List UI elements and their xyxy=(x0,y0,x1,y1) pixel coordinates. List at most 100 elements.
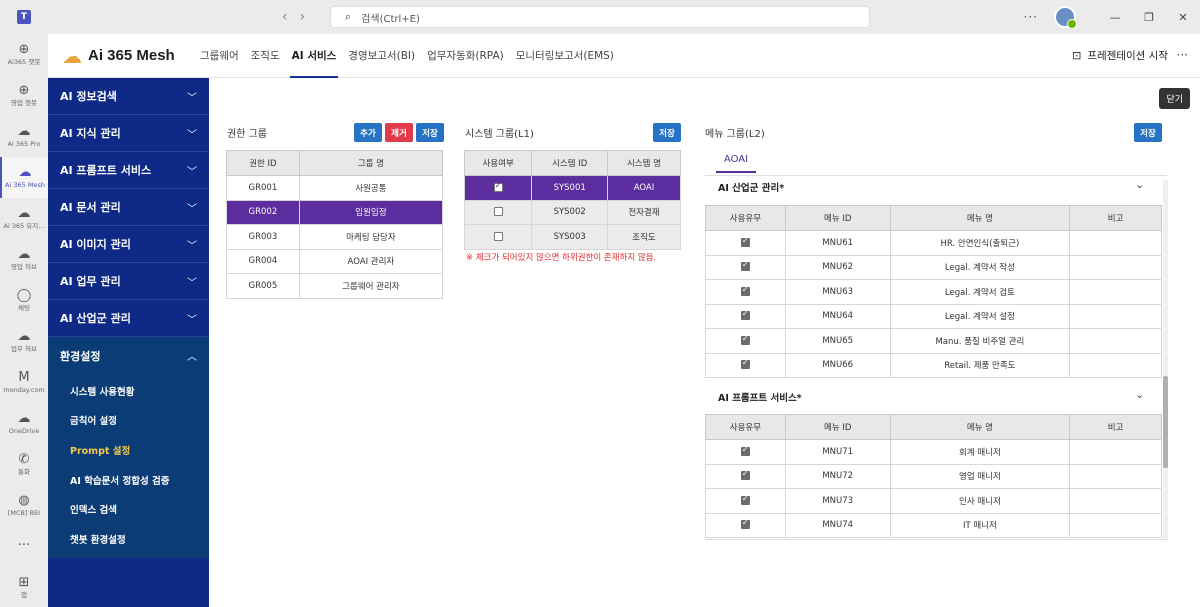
use-checkbox[interactable] xyxy=(740,260,750,272)
system-save-button[interactable]: 저장 xyxy=(653,123,681,142)
table-row[interactable]: SYS001AOAI xyxy=(463,175,682,201)
table-row[interactable]: GR005 그룹웨어 관리자 xyxy=(226,273,444,299)
rail-item[interactable]: ⊞ 앱 xyxy=(0,567,48,607)
app-rail: ⊕ Ai365 챗봇 ⊕ 영업 챗봇 ☁ Ai 365 Pro ☁ Ai 365 Mesh ☁ A… xyxy=(0,34,48,607)
rail-item[interactable]: ☁ Ai 365 Pro xyxy=(0,116,48,157)
top-nav-item[interactable]: 그룹웨어 xyxy=(194,34,245,78)
use-checkbox[interactable] xyxy=(493,231,503,241)
use-checkbox[interactable] xyxy=(740,334,750,345)
sidebar-subitem[interactable]: 챗봇 환경설정 xyxy=(48,524,209,554)
sidebar-subitem[interactable]: 시스템 사용현황 xyxy=(48,376,209,406)
use-checkbox[interactable] xyxy=(740,236,750,247)
sidebar-item[interactable]: AI 프롬프트 서비스 ﹀ xyxy=(48,152,209,189)
sidebar-subitem[interactable]: Prompt 설정 xyxy=(48,435,209,465)
table-cell: GR003 xyxy=(226,224,300,250)
table-cell: AOAI xyxy=(606,175,682,201)
table-row[interactable]: GR001 사원공통 xyxy=(226,175,444,201)
use-checkbox[interactable] xyxy=(740,518,750,530)
top-nav-item[interactable]: 경영보고서(BI) xyxy=(342,34,421,78)
add-button[interactable]: 추가 xyxy=(354,123,382,142)
top-nav-item[interactable]: 모니터링보고서(EMS) xyxy=(510,34,620,78)
use-checkbox[interactable] xyxy=(493,207,503,217)
rail-item[interactable]: ☁ Ai 365 Mesh xyxy=(0,157,48,198)
sidebar-item-settings[interactable]: 환경설정 ︿ xyxy=(48,337,209,374)
close-window-icon[interactable]: ✕ xyxy=(1166,11,1200,24)
group-header-prompt[interactable]: AI 프롬프트 서비스* xyxy=(718,390,802,404)
search-input[interactable]: 검색(Ctrl+E) xyxy=(361,10,420,25)
sidebar-item-label: AI 문서 관리 xyxy=(60,201,121,214)
top-nav-item[interactable]: AI 서비스 xyxy=(286,34,343,78)
table-row[interactable]: GR004 AOAI 관리자 xyxy=(226,248,444,274)
present-label: 프레젠테이션 시작 xyxy=(1087,50,1168,62)
table-row[interactable]: SYS002 전자결재 xyxy=(463,199,682,225)
sidebar-subitem[interactable]: 금칙어 설정 xyxy=(48,406,209,436)
use-checkbox[interactable] xyxy=(740,358,750,370)
sidebar-subitem[interactable]: AI 학습문서 정합성 검증 xyxy=(48,465,209,495)
table-row[interactable]: MNU71회계 매니저 xyxy=(705,439,1162,465)
forward-icon[interactable]: › xyxy=(300,9,306,25)
sidebar-item-label: AI 지식 관리 xyxy=(60,127,121,140)
menu-save-button[interactable]: 저장 xyxy=(1134,123,1162,142)
rail-item[interactable]: ◍ [MCB] BEI xyxy=(0,485,48,526)
chevron-down-icon[interactable]: ⌄ xyxy=(1135,178,1144,191)
scrollbar-thumb[interactable] xyxy=(1163,376,1168,468)
rail-item[interactable]: ··· xyxy=(0,526,48,567)
table-row[interactable]: MNU65Manu. 품질 비주얼 관리 xyxy=(705,328,1162,354)
auth-save-button[interactable]: 저장 xyxy=(416,123,444,142)
top-nav-item[interactable]: 업무자동화(RPA) xyxy=(421,34,510,78)
brand[interactable]: ☁ Ai 365 Mesh xyxy=(62,46,190,66)
rail-item[interactable]: ☁ Ai 365 유지... xyxy=(0,198,48,239)
sidebar-item[interactable]: AI 정보검색 ﹀ xyxy=(48,78,209,115)
table-row[interactable]: SYS003 조직도 xyxy=(463,224,682,250)
table-row[interactable]: MNU66Retail. 제품 만족도 xyxy=(705,352,1162,378)
restore-icon[interactable]: ❐ xyxy=(1132,11,1166,24)
column-header: 사용유무 xyxy=(705,414,786,440)
chevron-down-icon: ﹀ xyxy=(187,166,197,178)
table-row[interactable]: MNU73인사 매니저 xyxy=(705,488,1162,514)
sidebar-item[interactable]: AI 산업군 관리 ﹀ xyxy=(48,300,209,337)
use-checkbox[interactable] xyxy=(493,181,503,192)
search-box[interactable]: ⌕ 검색(Ctrl+E) xyxy=(330,6,870,28)
more-options-icon[interactable]: ··· xyxy=(1024,10,1038,24)
table-row[interactable]: MNU63Legal. 계약서 검토 xyxy=(705,279,1162,305)
checkbox-cell xyxy=(705,463,786,489)
use-checkbox[interactable] xyxy=(740,469,750,481)
sidebar-item[interactable]: AI 이미지 관리 ﹀ xyxy=(48,226,209,263)
rail-item[interactable]: ⊕ 영업 챗봇 xyxy=(0,75,48,116)
use-checkbox[interactable] xyxy=(740,445,750,456)
chevron-down-icon[interactable]: ⌄ xyxy=(1135,388,1144,401)
rail-item[interactable]: ✆ 통화 xyxy=(0,444,48,485)
table-cell xyxy=(1069,279,1162,305)
tab-aoai[interactable]: AOAI xyxy=(716,154,756,173)
close-button[interactable]: 닫기 xyxy=(1159,88,1190,109)
avatar[interactable] xyxy=(1054,6,1077,29)
rail-item[interactable]: ⊕ Ai365 챗봇 xyxy=(0,34,48,75)
table-row[interactable]: GR002 임원임정 xyxy=(226,199,444,225)
group-header-industry[interactable]: AI 산업군 관리* xyxy=(718,180,784,194)
minimize-icon[interactable]: — xyxy=(1098,11,1132,24)
table-row[interactable]: MNU72영업 매니저 xyxy=(705,463,1162,489)
rail-item[interactable]: ☁ 업무 허브 xyxy=(0,321,48,362)
rail-item[interactable]: ◯ 채팅 xyxy=(0,280,48,321)
header-more-icon[interactable]: ··· xyxy=(1177,48,1188,62)
table-row[interactable]: MNU74IT 매니저 xyxy=(705,512,1162,538)
sidebar-subitem[interactable]: 인덱스 검색 xyxy=(48,494,209,524)
sidebar-item[interactable]: AI 업무 관리 ﹀ xyxy=(48,263,209,300)
table-row[interactable]: GR003 마케팅 담당자 xyxy=(226,224,444,250)
sidebar-item[interactable]: AI 문서 관리 ﹀ xyxy=(48,189,209,226)
rail-item[interactable]: Mmonday.com xyxy=(0,362,48,403)
present-button[interactable]: ⊡ 프레젠테이션 시작 xyxy=(1072,48,1168,63)
rail-item[interactable]: ☁ OneDrive xyxy=(0,403,48,444)
top-nav-item[interactable]: 조직도 xyxy=(245,34,286,78)
table-row[interactable]: MNU64Legal. 계약서 설정 xyxy=(705,303,1162,329)
rail-item[interactable]: ☁ 영업 허브 xyxy=(0,239,48,280)
use-checkbox[interactable] xyxy=(740,309,750,321)
back-icon[interactable]: ‹ xyxy=(282,9,288,25)
table-row[interactable]: MNU62Legal. 계약서 작성 xyxy=(705,254,1162,280)
use-checkbox[interactable] xyxy=(740,285,750,296)
table-row[interactable]: MNU61HR. 안면인식(출퇴근) xyxy=(705,230,1162,256)
remove-button[interactable]: 제거 xyxy=(385,123,413,142)
scrollbar[interactable] xyxy=(1163,180,1168,540)
sidebar-item[interactable]: AI 지식 관리 ﹀ xyxy=(48,115,209,152)
use-checkbox[interactable] xyxy=(740,494,750,505)
